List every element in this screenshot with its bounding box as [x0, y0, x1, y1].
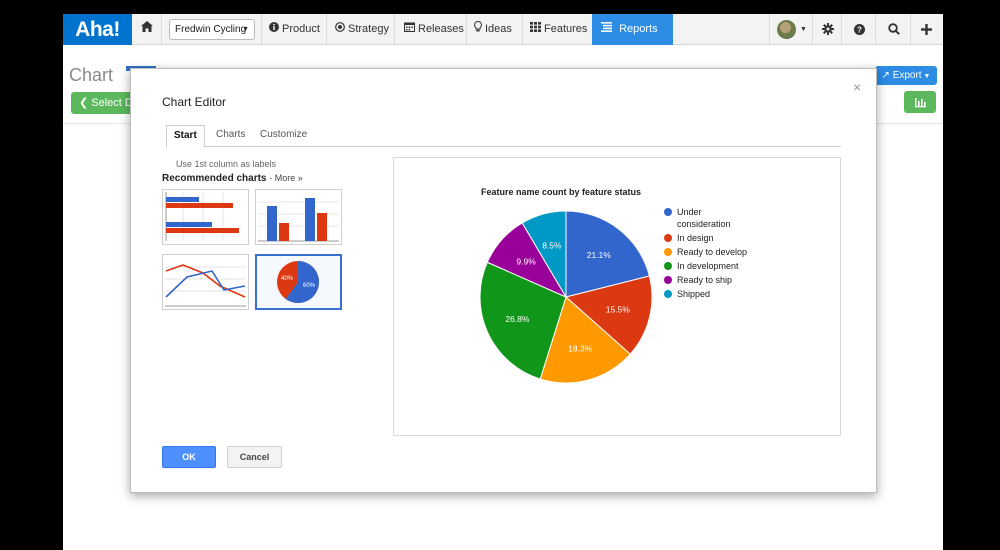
- legend-label: In design: [677, 233, 714, 243]
- nav-reports[interactable]: Reports: [592, 14, 673, 45]
- legend-entry[interactable]: In design: [664, 233, 714, 243]
- export-button[interactable]: ↗ Export ▼: [875, 66, 937, 85]
- column-chart-icon: [258, 198, 339, 242]
- thumbnail-pie-chart[interactable]: 40% 60%: [255, 254, 342, 310]
- legend-swatch: [664, 290, 672, 298]
- select-data-button[interactable]: ❮ Select D: [71, 92, 131, 114]
- chevron-down-icon: ▼: [242, 26, 249, 33]
- pie-slice-label: 9.9%: [516, 257, 536, 267]
- use-first-column-option[interactable]: Use 1st column as labels: [176, 159, 276, 169]
- legend-entry[interactable]: Shipped: [664, 289, 710, 299]
- pie-slice-label: 15.5%: [606, 305, 631, 315]
- calendar-icon: [404, 14, 415, 45]
- legend-label: In development: [677, 261, 739, 271]
- help-icon[interactable]: ?: [854, 14, 865, 45]
- legend-swatch: [664, 248, 672, 256]
- thumbnail-pie-label: 60%: [303, 283, 316, 289]
- legend-entry[interactable]: Under consideration: [664, 207, 731, 229]
- page-title: Chart: [69, 65, 114, 85]
- recommended-charts-label: Recommended charts: [162, 173, 267, 184]
- legend-swatch: [664, 208, 672, 216]
- legend-swatch: [664, 234, 672, 242]
- pie-chart-icon: 40% 60%: [277, 261, 320, 303]
- legend-entry[interactable]: Ready to develop: [664, 247, 747, 257]
- home-icon[interactable]: [141, 14, 153, 45]
- cancel-button[interactable]: Cancel: [227, 446, 282, 468]
- pie-chart: Feature name count by feature status 21.1…: [479, 187, 747, 384]
- lightbulb-icon: [474, 14, 482, 45]
- pie-slice-label: 26.8%: [505, 314, 530, 324]
- nav-strategy[interactable]: Strategy: [335, 14, 389, 45]
- editor-tabs: Start Charts Customize: [166, 125, 841, 148]
- nav-product[interactable]: Product: [269, 14, 320, 45]
- grid-icon: [530, 14, 541, 45]
- list-icon: [601, 22, 615, 35]
- aha-logo[interactable]: Aha!: [63, 14, 132, 45]
- nav-ideas[interactable]: Ideas: [474, 14, 512, 45]
- legend-label: Ready to ship: [677, 275, 732, 285]
- legend-label: Under: [677, 207, 702, 217]
- user-avatar[interactable]: [777, 20, 796, 39]
- pie-slice-label: 21.1%: [587, 250, 612, 260]
- bar-chart-icon: [915, 98, 926, 108]
- product-selector[interactable]: Fredwin Cycling ▼: [169, 19, 255, 40]
- nav-features[interactable]: Features: [530, 14, 587, 45]
- tab-customize[interactable]: Customize: [253, 125, 314, 147]
- thumbnail-column-chart[interactable]: [255, 189, 342, 245]
- pie-slice-label: 8.5%: [542, 241, 562, 251]
- legend-label: consideration: [677, 219, 731, 229]
- thumbnail-line-chart[interactable]: [162, 254, 249, 310]
- chart-preview-panel: Feature name count by feature status 21.1…: [393, 157, 841, 436]
- plus-icon[interactable]: [921, 14, 932, 45]
- legend-swatch: [664, 262, 672, 270]
- close-icon[interactable]: ×: [853, 79, 861, 95]
- legend-swatch: [664, 276, 672, 284]
- legend-entry[interactable]: Ready to ship: [664, 275, 732, 285]
- thumbnail-horizontal-bar-chart[interactable]: [162, 189, 249, 245]
- gear-icon[interactable]: [822, 14, 834, 45]
- tab-start[interactable]: Start: [166, 125, 205, 148]
- legend-label: Shipped: [677, 289, 710, 299]
- more-charts-link[interactable]: - More »: [269, 173, 303, 183]
- horizontal-bar-chart-icon: [165, 192, 239, 241]
- line-chart-icon: [165, 264, 246, 307]
- nav-releases[interactable]: Releases: [404, 14, 464, 45]
- chevron-down-icon: ▼: [921, 73, 931, 80]
- pie-slice-label: 18.3%: [568, 343, 593, 353]
- svg-text:?: ?: [857, 25, 862, 34]
- search-icon[interactable]: [888, 14, 900, 45]
- top-navigation-bar: Aha! Fredwin Cycling ▼ Product Strategy …: [63, 14, 943, 45]
- legend-entry[interactable]: In development: [664, 261, 739, 271]
- info-circle-icon: [269, 14, 279, 45]
- chart-view-button[interactable]: [904, 91, 936, 113]
- legend-label: Ready to develop: [677, 247, 747, 257]
- product-selector-label: Fredwin Cycling: [175, 24, 247, 35]
- dialog-title: Chart Editor: [162, 95, 227, 109]
- chevron-left-icon: ❮: [79, 97, 92, 109]
- target-icon: [335, 14, 345, 45]
- avatar-chevron-down-icon[interactable]: ▼: [800, 14, 807, 45]
- tab-charts[interactable]: Charts: [209, 125, 252, 147]
- chart-title: Feature name count by feature status: [481, 187, 641, 197]
- recommended-charts-heading: Recommended charts - More »: [162, 173, 303, 184]
- ok-button[interactable]: OK: [162, 446, 216, 468]
- thumbnail-pie-label: 40%: [281, 276, 294, 282]
- share-icon: ↗: [881, 70, 893, 81]
- chart-editor-dialog: Chart Editor × Start Charts Customize Us…: [130, 68, 877, 493]
